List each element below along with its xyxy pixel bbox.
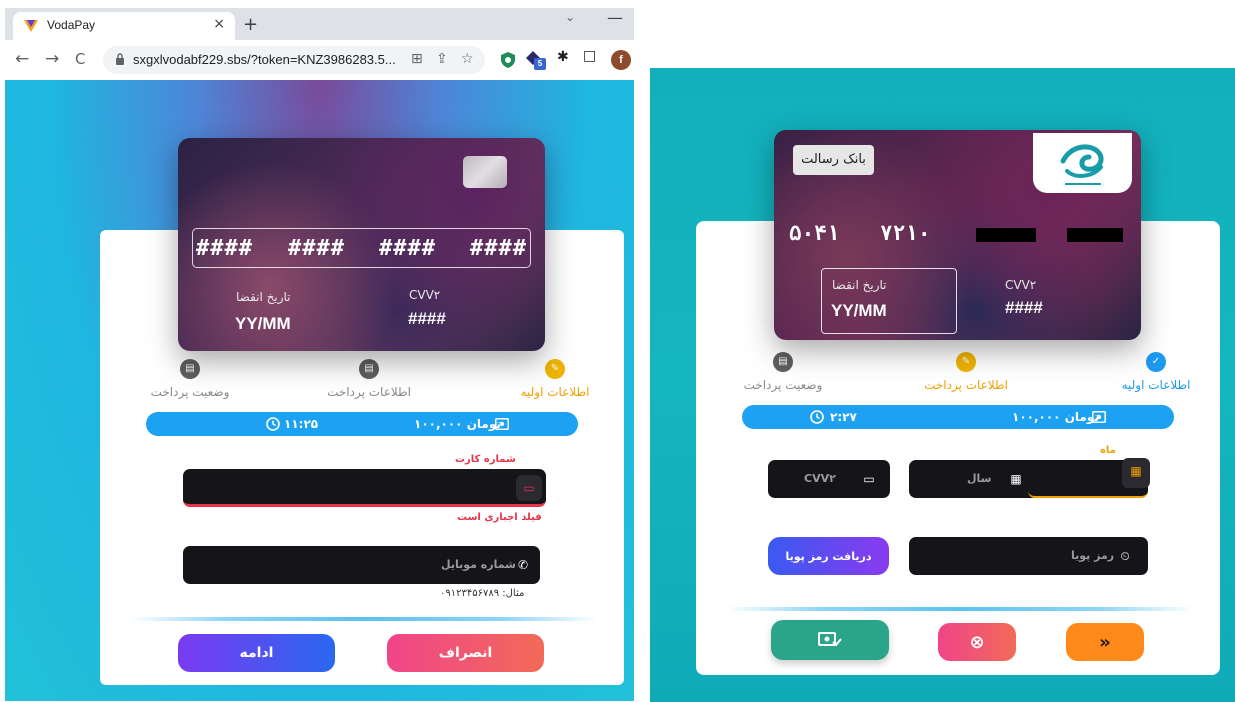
tab-search-icon[interactable]: ⌄ [565, 10, 575, 24]
translate-icon[interactable]: ⊞ [411, 51, 423, 67]
reload-icon[interactable]: C [75, 50, 85, 68]
back-icon[interactable]: ← [15, 49, 29, 69]
extension-count: 5 [534, 58, 546, 70]
bookmark-star-icon[interactable]: ☆ [461, 51, 474, 67]
url-text[interactable]: sxgxlvodabf229.sbs/?token=KNZ3986283.5..… [133, 52, 396, 67]
month-input[interactable]: ▦ [1028, 458, 1150, 498]
card-number-label: شماره کارت [455, 454, 516, 465]
check-icon: ✓ [1146, 352, 1166, 372]
mobile-hint: مثال: ۰۹۱۲۳۴۵۶۷۸۹ [440, 588, 525, 599]
extensions-puzzle-icon[interactable]: ✱ [557, 49, 569, 65]
pencil-icon: ✎ [545, 359, 565, 379]
document-icon: ▤ [773, 352, 793, 372]
step-payment-status: ▤ وضعیت پرداخت [145, 356, 235, 399]
tab-vodapay[interactable]: VodaPay × [13, 12, 235, 40]
cvv-placeholder: CVV۲ [804, 472, 836, 485]
tab-strip: VodaPay × + ⌄ — [5, 8, 634, 40]
address-bar[interactable]: sxgxlvodabf229.sbs/?token=KNZ3986283.5..… [103, 46, 485, 74]
card-number-group-4: #### [470, 236, 527, 261]
cvv-value: #### [408, 309, 446, 328]
pay-button[interactable] [771, 620, 889, 660]
amount-text: ۱۰۰,۰۰۰ تومان [414, 417, 501, 431]
card-number-group-3: #### [379, 236, 436, 261]
calendar-icon: ▦ [1010, 472, 1022, 486]
otp-input[interactable]: رمز پویا ⏲ [909, 537, 1148, 575]
key-clock-icon: ⏲ [1120, 549, 1130, 563]
card-number-error: فیلد اجباری است [457, 512, 542, 523]
page-viewport: #### #### #### #### تاریخ انقضا YY/MM CV… [5, 80, 634, 701]
step-payment-info: ▤ اطلاعات پرداخت [324, 356, 414, 399]
amount-text: ۱۰۰,۰۰۰ تومان [1012, 410, 1099, 424]
browser-toolbar: ← → C sxgxlvodabf229.sbs/?token=KNZ39862… [5, 40, 634, 80]
cancel-button[interactable]: انصراف [387, 634, 544, 672]
card-chip [463, 156, 507, 188]
redacted-group-4 [1067, 228, 1123, 242]
forward-icon[interactable]: → [45, 49, 59, 69]
minimize-icon[interactable]: — [607, 8, 623, 27]
year-input[interactable]: سال ▦ [909, 460, 1039, 498]
extension-badge[interactable]: 5 [525, 50, 547, 70]
month-label: ماه [1100, 445, 1116, 456]
divider [130, 617, 598, 621]
card-number-group-2: ۷۲۱۰ [880, 221, 931, 245]
card-icon: ▭ [863, 472, 875, 486]
card-number-input[interactable]: ▭ [183, 469, 546, 507]
tab-close-icon[interactable]: × [213, 16, 225, 32]
card-preview: #### #### #### #### تاریخ انقضا YY/MM CV… [178, 138, 545, 351]
expiry-label: تاریخ انقضا [236, 290, 291, 304]
share-icon[interactable]: ⇪ [436, 51, 448, 67]
document-icon: ▤ [359, 359, 379, 379]
payment-page: بانک رسالت ۵۰۴۱ ۷۲۱۰ تاریخ انقضا YY/MM C… [650, 68, 1235, 702]
new-tab-icon[interactable]: + [243, 14, 258, 35]
timer-text: ۱۱:۲۵ [284, 417, 319, 431]
cash-check-icon [818, 632, 842, 647]
bank-logo [1033, 133, 1132, 193]
step-payment-info: ✎ اطلاعات پرداخت [921, 349, 1011, 392]
get-otp-button[interactable]: دریافت رمز پویا [768, 537, 889, 575]
redacted-group-3 [976, 228, 1036, 242]
vodapay-logo-icon [24, 20, 38, 32]
lock-icon[interactable] [115, 53, 125, 66]
card-number-group-1: #### [196, 236, 253, 261]
clock-icon [810, 410, 824, 424]
card-icon: ▭ [516, 475, 542, 501]
cvv-input[interactable]: CVV۲ ▭ [768, 460, 890, 498]
cvv-label: CVV۲ [409, 288, 441, 302]
cvv-value: #### [1005, 298, 1043, 317]
cancel-button[interactable]: ⊗ [938, 623, 1016, 661]
step-initial-info: ✎ اطلاعات اولیه [515, 356, 595, 399]
browser-window: VodaPay × + ⌄ — ← → C sxgxlvodabf229.sbs… [5, 8, 634, 701]
document-icon: ▤ [180, 359, 200, 379]
pencil-icon: ✎ [956, 352, 976, 372]
next-button[interactable]: » [1066, 623, 1144, 661]
mobile-placeholder: شماره موبایل [441, 558, 516, 571]
timer-text: ۲:۲۷ [830, 410, 857, 424]
bank-resalat-logo-icon [1060, 144, 1104, 185]
otp-placeholder: رمز پویا [1071, 549, 1115, 562]
cvv-label: CVV۲ [1005, 278, 1037, 292]
clock-icon [266, 417, 280, 431]
expiry-label: تاریخ انقضا [832, 278, 887, 292]
amount-timer-bar: ۱۰۰,۰۰۰ تومان ۱۱:۲۵ [146, 412, 578, 436]
phone-icon: ✆ [517, 558, 529, 572]
step-payment-status: ▤ وضعیت پرداخت [738, 349, 828, 392]
shield-extension-icon[interactable] [499, 51, 517, 69]
card-preview: بانک رسالت ۵۰۴۱ ۷۲۱۰ تاریخ انقضا YY/MM C… [774, 130, 1141, 340]
side-panel-icon[interactable]: □ [583, 48, 596, 64]
divider [726, 607, 1194, 611]
amount-timer-bar: ۱۰۰,۰۰۰ تومان ۲:۲۷ [742, 405, 1174, 429]
continue-button[interactable]: ادامه [178, 634, 335, 672]
tab-title: VodaPay [47, 18, 96, 32]
year-placeholder: سال [967, 472, 992, 485]
step-initial-info: ✓ اطلاعات اولیه [1116, 349, 1196, 392]
calendar-icon: ▦ [1122, 458, 1150, 488]
bank-name: بانک رسالت [793, 145, 874, 175]
profile-avatar[interactable]: f [611, 50, 631, 70]
expiry-value: YY/MM [831, 301, 887, 320]
mobile-input[interactable]: شماره موبایل ✆ [183, 546, 540, 584]
expiry-value: YY/MM [235, 314, 291, 333]
card-number-group-2: #### [288, 236, 345, 261]
card-number-group-1: ۵۰۴۱ [789, 221, 840, 245]
